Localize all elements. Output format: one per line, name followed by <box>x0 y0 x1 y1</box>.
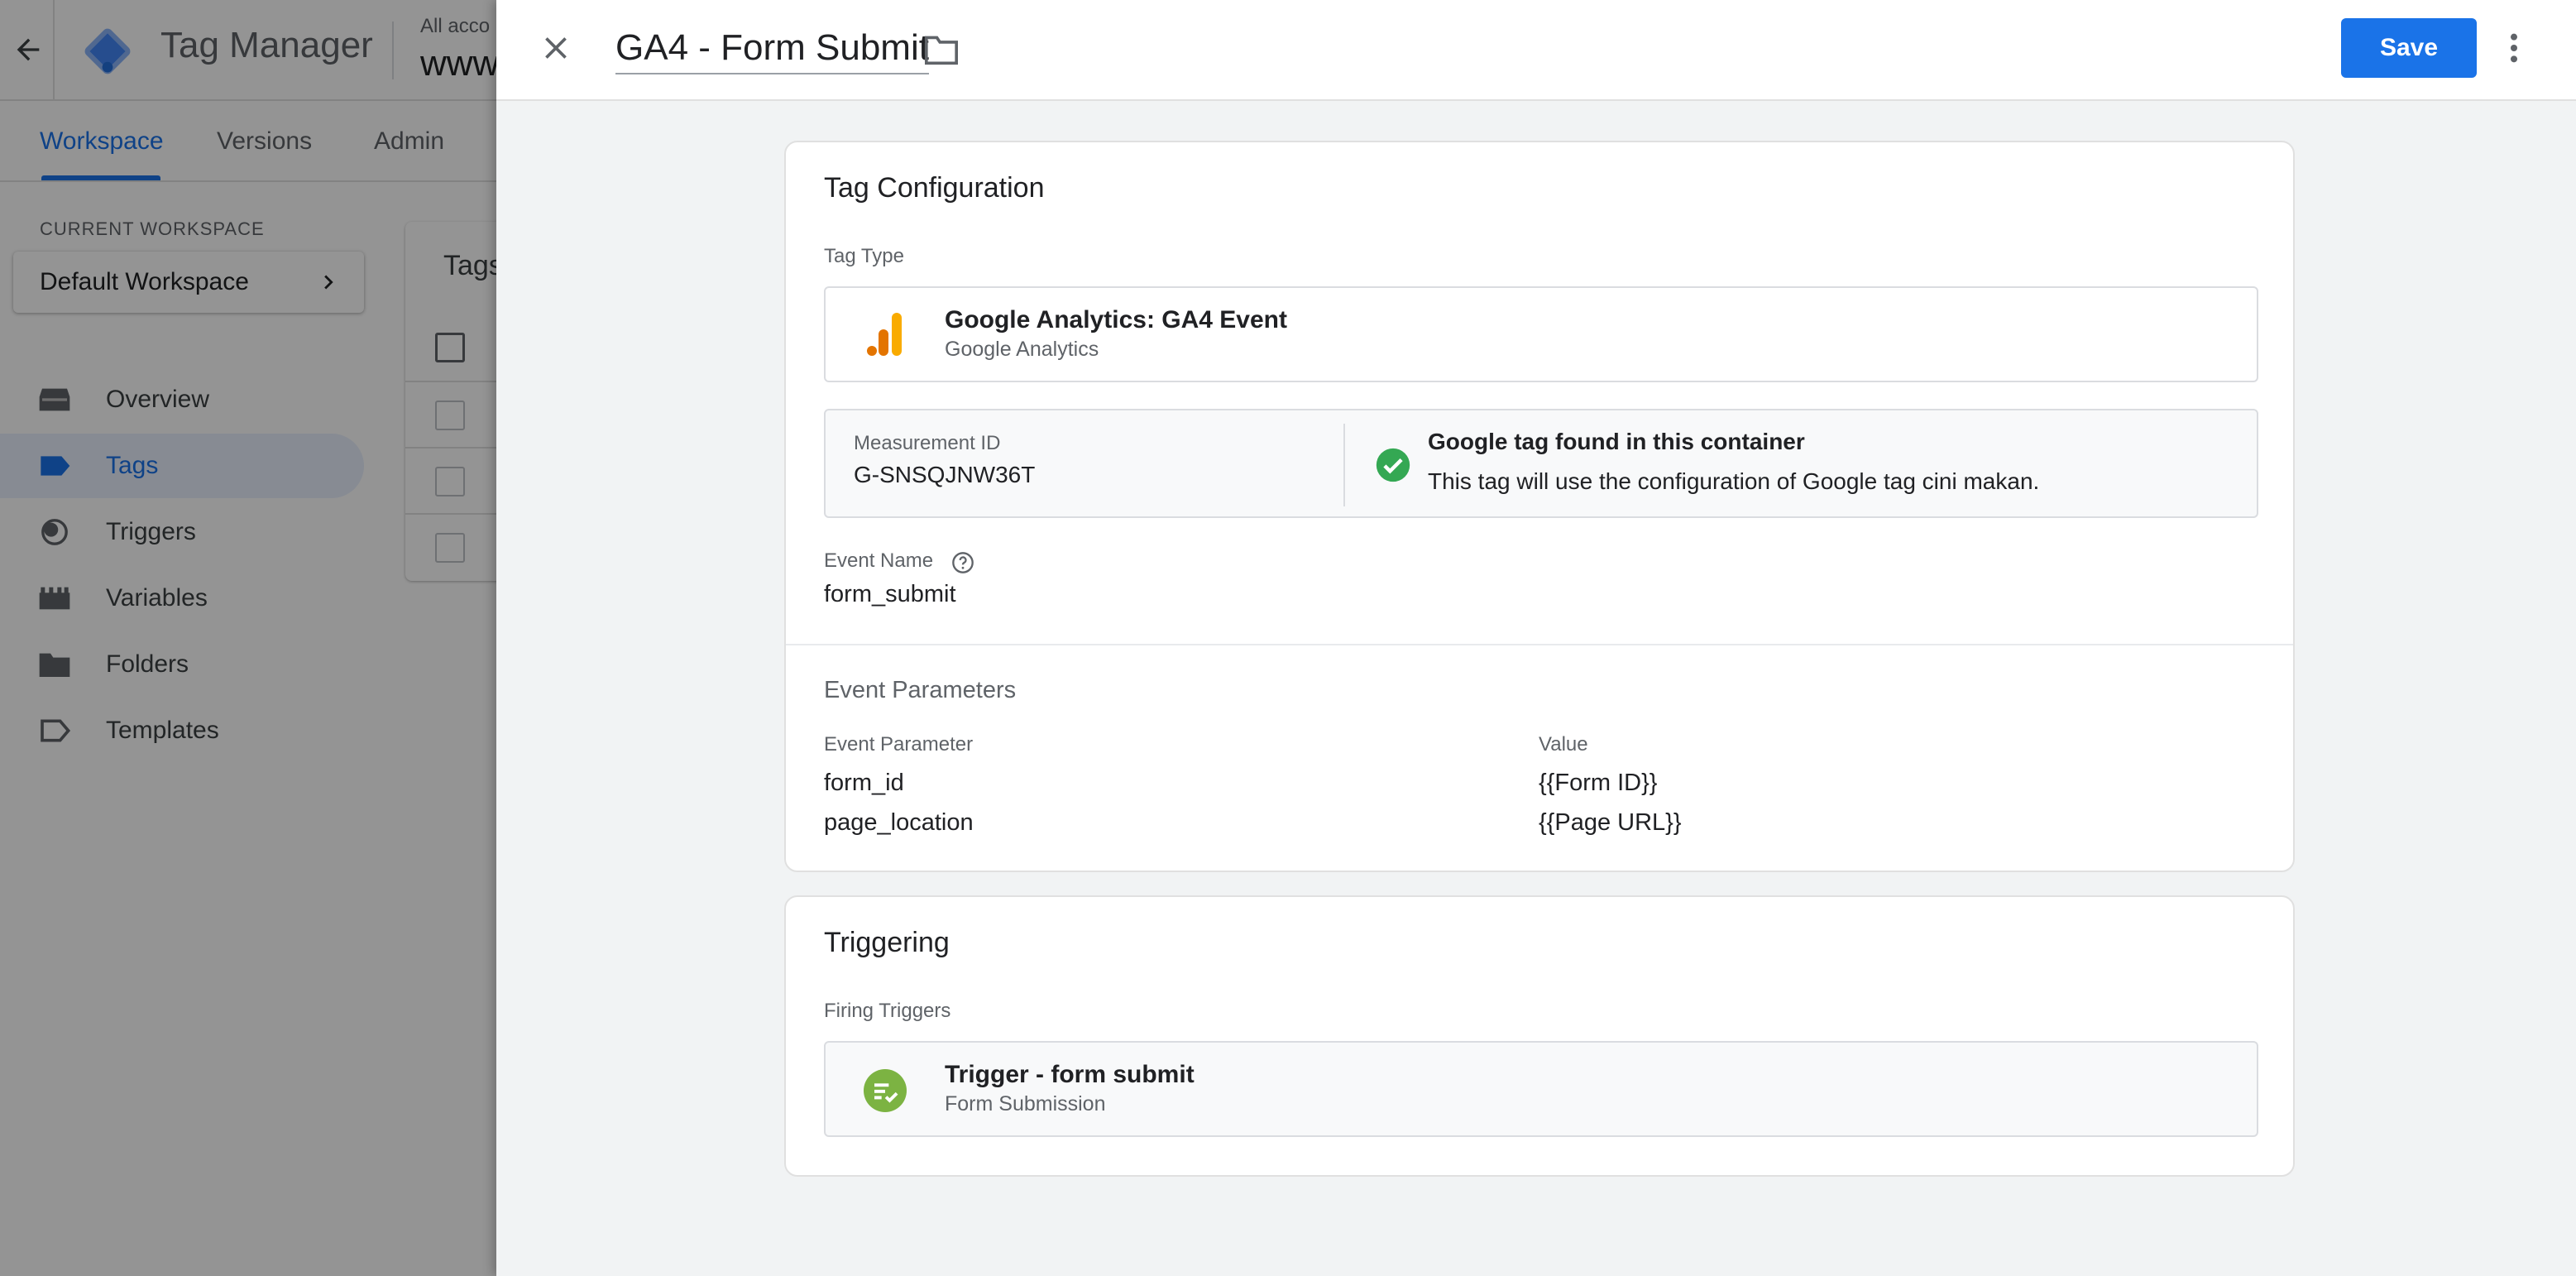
google-tag-found-description: This tag will use the configuration of G… <box>1428 468 2040 494</box>
tag-configuration-card[interactable]: Tag Configuration Tag Type Google Analyt… <box>784 141 2295 872</box>
trigger-type: Form Submission <box>945 1092 1106 1115</box>
firing-triggers-label: Firing Triggers <box>824 1000 951 1022</box>
save-button[interactable]: Save <box>2341 18 2477 78</box>
section-divider <box>786 644 2293 645</box>
measurement-id-box: Measurement ID G-SNSQJNW36T Google tag f… <box>824 409 2258 518</box>
tag-name-field[interactable]: GA4 - Form Submit <box>615 26 929 74</box>
parameter-value: {{Form ID}} <box>1539 770 1658 796</box>
help-outline-icon[interactable] <box>951 551 974 574</box>
tag-type-box[interactable]: Google Analytics: GA4 Event Google Analy… <box>824 286 2258 382</box>
column-header-value: Value <box>1539 733 1588 756</box>
google-analytics-icon <box>867 313 902 356</box>
check-circle-icon <box>1376 448 1410 482</box>
measurement-divider <box>1343 424 1345 506</box>
event-name-label: Event Name <box>824 549 934 572</box>
more-vert-icon[interactable] <box>2508 31 2520 65</box>
folder-outline-icon[interactable] <box>923 33 960 66</box>
parameter-value: {{Page URL}} <box>1539 809 1682 836</box>
measurement-id-label: Measurement ID <box>854 432 1001 454</box>
parameter-name: form_id <box>824 770 904 796</box>
card-title: Tag Configuration <box>824 172 1045 204</box>
tag-type-label: Tag Type <box>824 245 904 267</box>
tag-editor-drawer: GA4 - Form Submit Save Tag Configuration… <box>496 0 2576 1276</box>
column-header-parameter: Event Parameter <box>824 733 974 756</box>
tag-type-name: Google Analytics: GA4 Event <box>945 306 1287 333</box>
card-title: Triggering <box>824 927 950 958</box>
close-icon[interactable] <box>538 30 574 66</box>
triggering-card[interactable]: Triggering Firing Triggers Trigger - for… <box>784 895 2295 1177</box>
drawer-header: GA4 - Form Submit Save <box>496 0 2576 101</box>
google-tag-found-title: Google tag found in this container <box>1428 429 1805 454</box>
tag-type-vendor: Google Analytics <box>945 338 1099 361</box>
event-parameters-title: Event Parameters <box>824 677 1017 703</box>
measurement-id-value: G-SNSQJNW36T <box>854 462 1036 487</box>
parameter-name: page_location <box>824 809 974 836</box>
event-name-value: form_submit <box>824 581 956 607</box>
trigger-item[interactable]: Trigger - form submit Form Submission <box>824 1041 2258 1137</box>
trigger-name: Trigger - form submit <box>945 1061 1195 1088</box>
form-submission-trigger-icon <box>864 1069 907 1112</box>
